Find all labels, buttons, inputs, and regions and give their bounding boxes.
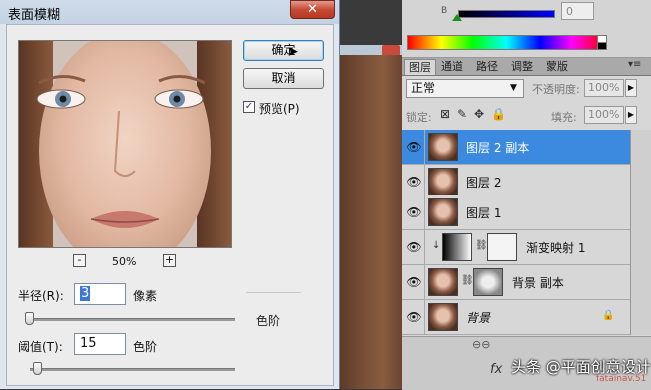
layer-name: 图层 1 xyxy=(466,206,502,220)
watermark-sub: fatainav.51 xyxy=(596,374,647,384)
chevron-down-icon[interactable]: ▼ xyxy=(510,83,517,93)
blue-channel-label: B xyxy=(441,6,448,16)
layer-thumbnail xyxy=(428,268,458,296)
preview-image[interactable] xyxy=(18,40,232,248)
eye-icon[interactable]: 👁 xyxy=(405,174,423,190)
mask-thumbnail xyxy=(473,268,503,296)
eye-icon[interactable]: 👁 xyxy=(405,239,423,255)
layer-thumbnail xyxy=(428,198,458,226)
clip-arrow-icon: ↓ xyxy=(432,240,441,251)
threshold-slider-thumb[interactable] xyxy=(33,362,42,375)
opacity-arrow-icon[interactable]: ▶ xyxy=(625,79,637,97)
tab-masks[interactable]: 蒙版 xyxy=(542,59,572,75)
layer-thumbnail xyxy=(428,133,458,161)
black-white-swatch[interactable] xyxy=(597,35,607,50)
adjustment-thumbnail xyxy=(442,233,472,261)
dialog-title: 表面模糊 xyxy=(8,8,61,23)
blue-channel-value[interactable]: 0 xyxy=(561,2,594,20)
layer-row[interactable]: 👁 图层 1 xyxy=(402,195,630,230)
eye-icon[interactable]: 👁 xyxy=(405,309,423,325)
lock-pixels-icon[interactable]: ✎ xyxy=(457,107,467,121)
layer-thumbnail xyxy=(428,168,458,196)
color-spectrum[interactable] xyxy=(407,35,606,50)
threshold-input[interactable]: 15 xyxy=(74,333,126,355)
threshold-unit: 色阶 xyxy=(133,340,158,354)
radius-label: 半径(R): xyxy=(18,289,64,303)
layer-row[interactable]: 👁 背景 🔒 xyxy=(402,300,630,335)
fill-arrow-icon[interactable]: ▶ xyxy=(625,106,637,124)
opacity-label: 不透明度: xyxy=(532,83,580,96)
blend-mode-select[interactable]: 正常 xyxy=(406,79,524,98)
threshold-label: 阈值(T): xyxy=(18,340,63,354)
layer-name: 图层 2 副本 xyxy=(466,141,530,155)
fill-label: 填充: xyxy=(551,111,577,124)
radius-unit: 像素 xyxy=(133,289,158,303)
layer-name: 渐变映射 1 xyxy=(526,241,586,255)
chain-link-icon[interactable]: ⛓ xyxy=(475,240,488,251)
threshold-slider-track[interactable] xyxy=(30,368,235,371)
eye-icon[interactable]: 👁 xyxy=(405,204,423,220)
opacity-input[interactable]: 100% xyxy=(584,79,624,97)
mask-thumbnail xyxy=(487,233,517,261)
eye-icon[interactable]: 👁 xyxy=(405,274,423,290)
lock-transparency-icon[interactable]: ⊠ xyxy=(440,107,450,121)
blue-channel-slider[interactable] xyxy=(458,10,555,18)
tab-adjustments[interactable]: 调整 xyxy=(507,59,537,75)
cursor-arrow-icon: ➤ xyxy=(287,44,299,60)
layer-name: 背景 副本 xyxy=(512,276,564,290)
dialog-close-button[interactable]: ✕ xyxy=(290,0,335,19)
surface-blur-dialog: 表面模糊 ✕ 确定 ➤ 取消 ✓ 预览(P) - 50% + 半径(R): 3 … xyxy=(0,0,340,389)
ok-button[interactable]: 确定 xyxy=(243,40,324,61)
lock-icon: 🔒 xyxy=(602,310,615,321)
layer-row[interactable]: 👁 图层 2 副本 xyxy=(402,130,630,165)
fill-input[interactable]: 100% xyxy=(584,106,624,124)
preview-label: 预览(P) xyxy=(259,102,300,116)
zoom-in-button[interactable]: + xyxy=(163,254,176,267)
tab-layers[interactable]: 图层 xyxy=(404,59,436,75)
radius-value: 3 xyxy=(80,286,91,301)
document-canvas[interactable] xyxy=(340,55,402,389)
zoom-out-button[interactable]: - xyxy=(73,254,86,267)
eye-icon[interactable]: 👁 xyxy=(405,139,423,155)
levels-ghost-label: 色阶 xyxy=(256,314,281,328)
tab-channels[interactable]: 通道 xyxy=(437,59,467,75)
fx-button[interactable]: fx xyxy=(490,362,502,377)
face-preview-icon xyxy=(19,41,231,247)
chain-link-icon[interactable]: ⛓ xyxy=(461,275,474,286)
layers-scrollbar[interactable] xyxy=(630,130,651,335)
lock-label: 锁定: xyxy=(406,111,432,124)
link-layers-icon[interactable]: ⊖⊖ xyxy=(472,338,490,351)
layer-thumbnail xyxy=(428,303,458,331)
lock-position-icon[interactable]: ✥ xyxy=(474,107,484,121)
layer-name: 背景 xyxy=(466,311,491,325)
layer-row[interactable]: 👁 ⛓ 背景 副本 xyxy=(402,265,630,300)
lock-all-icon[interactable]: 🔒 xyxy=(491,107,506,121)
slider-thumb-icon[interactable] xyxy=(452,14,462,21)
preview-checkbox[interactable]: ✓ xyxy=(243,101,255,113)
cancel-button[interactable]: 取消 xyxy=(243,68,324,89)
layer-name: 图层 2 xyxy=(466,176,502,190)
panel-menu-icon[interactable]: ▾≡ xyxy=(628,59,641,70)
zoom-level: 50% xyxy=(112,255,137,268)
tab-paths[interactable]: 路径 xyxy=(472,59,502,75)
divider xyxy=(246,292,301,293)
radius-input[interactable]: 3 xyxy=(74,283,126,305)
layer-row[interactable]: 👁 ↓ ⛓ 渐变映射 1 xyxy=(402,230,630,265)
radius-slider-track[interactable] xyxy=(30,318,235,321)
radius-slider-thumb[interactable] xyxy=(25,312,34,325)
